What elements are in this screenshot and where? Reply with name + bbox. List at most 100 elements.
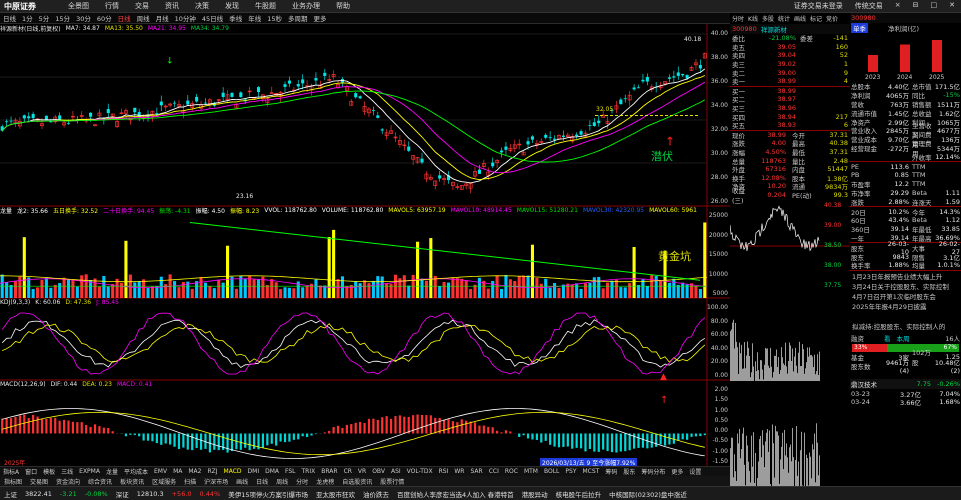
dock-button[interactable]: 龙虎榜 — [312, 477, 338, 486]
period-tab[interactable]: 60分 — [94, 13, 115, 23]
indicator-tab[interactable]: RZJ — [204, 468, 220, 475]
menu-item[interactable]: 牛股题 — [247, 1, 284, 11]
indicator-tab[interactable]: TRIX — [299, 468, 319, 475]
menu-item[interactable]: 发现 — [217, 1, 247, 11]
dock-button[interactable]: 分时 — [292, 477, 312, 486]
indicator-tab[interactable]: MACD — [221, 468, 245, 475]
news-item[interactable]: 1月23日年报预告业绩大幅上升 — [852, 272, 959, 282]
indicator-tab[interactable]: SAR — [467, 468, 485, 475]
news-item[interactable]: 3月24日关于控股股东、实际控制 — [852, 282, 959, 292]
news-item[interactable]: 拟减持:控股股东、实际控制人的 — [852, 322, 959, 332]
indicator-tab[interactable]: MA2 — [185, 468, 204, 475]
ticker-item[interactable]: 港股异动 — [518, 489, 552, 499]
toolbar-button[interactable]: 多股 — [760, 14, 776, 23]
indicator-tab[interactable]: VR — [355, 468, 369, 475]
indicator-tab[interactable]: 筹码分布 — [638, 467, 668, 476]
menu-item[interactable]: 交易 — [127, 1, 157, 11]
period-tab[interactable]: 日线 — [0, 13, 19, 23]
indicator-tab[interactable]: MA — [170, 468, 185, 475]
dock-button[interactable]: 综合资讯 — [84, 477, 116, 486]
toolbar-button[interactable]: 竞价 — [824, 14, 840, 23]
indicator-tab[interactable]: EMV — [151, 468, 170, 475]
indicator-tab[interactable]: EXPMA — [76, 468, 103, 475]
news-item[interactable]: 4月7日召开第1次临时股东会 — [852, 292, 959, 302]
indicator-tab[interactable]: VOL-TDX — [404, 468, 436, 475]
dock-button[interactable]: 扫描 — [180, 477, 200, 486]
ticker-item[interactable]: 核电股午后拉升 — [552, 489, 606, 499]
ticker-item[interactable]: 深证 — [112, 489, 133, 499]
ticker-item[interactable]: 0.44% — [196, 490, 225, 498]
ticker-item[interactable]: -3.21 — [56, 490, 81, 498]
kline-chart[interactable]: ↑↓▲↑ — [0, 24, 730, 466]
indicator-tab[interactable]: OBV — [369, 468, 388, 475]
menu-item[interactable]: 决策 — [187, 1, 217, 11]
period-tab[interactable]: 季线 — [226, 13, 245, 23]
ticker-item[interactable]: -0.08% — [81, 490, 112, 498]
dock-button[interactable]: 日线 — [252, 477, 272, 486]
indicator-tab[interactable]: 模板 — [40, 467, 58, 476]
classic-trade-button[interactable]: 传统交易 — [849, 1, 889, 11]
ticker-item[interactable]: +56.0 — [168, 490, 196, 498]
dock-button[interactable]: 沪深市场 — [200, 477, 232, 486]
indicator-tab[interactable]: PSY — [562, 468, 579, 475]
dock-button[interactable]: 自选股资讯 — [338, 477, 376, 486]
ticker-item[interactable]: 亚太股市狂欢 — [312, 489, 359, 499]
rating-tab-week[interactable]: 本周 — [897, 333, 910, 343]
indicator-tab[interactable]: 股东 — [620, 467, 638, 476]
period-tab[interactable]: 1分 — [19, 13, 36, 23]
toolbar-button[interactable]: 画线 — [792, 14, 808, 23]
tab-quarter[interactable]: 单季 — [851, 22, 868, 33]
indicator-tab[interactable]: BOLL — [541, 468, 562, 475]
indicator-tab[interactable]: RSI — [436, 468, 452, 475]
news-item[interactable]: 2025年年报4月29日披露 — [852, 302, 959, 312]
rating-tab[interactable]: 看 — [884, 333, 891, 343]
indicator-tab[interactable]: FSL — [282, 468, 299, 475]
toolbar-button[interactable]: 分时 — [730, 14, 746, 23]
period-tab[interactable]: 日线 — [115, 13, 134, 23]
period-tab[interactable]: 5分 — [36, 13, 53, 23]
period-tab[interactable]: 月线 — [153, 13, 172, 23]
indicator-tab[interactable]: ROC — [502, 468, 521, 475]
dock-button[interactable]: 交易图 — [26, 477, 52, 486]
menu-item[interactable]: 帮助 — [328, 1, 358, 11]
news-item[interactable] — [852, 312, 959, 322]
indicator-tab[interactable]: 龙量 — [103, 467, 121, 476]
ticker-item[interactable]: 上证 — [0, 489, 21, 499]
period-tab[interactable]: 年线 — [245, 13, 264, 23]
period-tab[interactable]: 15分 — [52, 13, 73, 23]
indicator-tab[interactable]: 三线 — [58, 467, 76, 476]
indicator-tab[interactable]: 筹码 — [602, 467, 620, 476]
indicator-tab[interactable]: WR — [451, 468, 467, 475]
period-tab[interactable]: 10分钟 — [172, 13, 199, 23]
ticker-item[interactable]: 百度创始人李彦宏当选4人加入 春港特首 — [393, 489, 518, 499]
menu-item[interactable]: 全景图 — [60, 1, 97, 11]
dock-button[interactable]: 股票行情 — [376, 477, 408, 486]
maximize-icon[interactable]: □ — [925, 1, 944, 11]
indicator-tab[interactable]: BRAR — [318, 468, 340, 475]
period-tab[interactable]: 15秒 — [264, 13, 285, 23]
window-close-icon[interactable]: ✕ — [943, 1, 961, 11]
indicator-tab[interactable]: CR — [341, 468, 355, 475]
toolbar-button[interactable]: K线 — [746, 14, 760, 23]
toolbar-button[interactable]: 统计 — [776, 14, 792, 23]
trade-login-button[interactable]: 证券交易未登录 — [788, 1, 849, 11]
period-tab[interactable]: 周线 — [134, 13, 153, 23]
ticker-item[interactable]: 12810.3 — [133, 490, 168, 498]
menu-item[interactable]: 资讯 — [157, 1, 187, 11]
indicator-tab[interactable]: 设置 — [686, 467, 704, 476]
indicator-tab[interactable]: DMI — [245, 468, 263, 475]
menu-item[interactable]: 行情 — [97, 1, 127, 11]
dock-button[interactable]: 画线 — [232, 477, 252, 486]
menu-item[interactable]: 业务办理 — [284, 1, 328, 11]
ticker-item[interactable]: 中核国际(02302)盘中涨近 — [605, 489, 691, 499]
dock-button[interactable]: 板块资讯 — [116, 477, 148, 486]
indicator-tab[interactable]: 指标A — [0, 467, 22, 476]
dock-button[interactable]: 资金流向 — [52, 477, 84, 486]
ticker-item[interactable]: 油价跌去 — [359, 489, 393, 499]
indicator-tab[interactable]: DMA — [262, 468, 282, 475]
indicator-tab[interactable]: 平均成本 — [121, 467, 151, 476]
dock-button[interactable]: 周线 — [272, 477, 292, 486]
period-tab[interactable]: 45日线 — [199, 13, 226, 23]
indicator-tab[interactable]: MTM — [521, 468, 541, 475]
ticker-item[interactable]: 3822.41 — [21, 490, 56, 498]
